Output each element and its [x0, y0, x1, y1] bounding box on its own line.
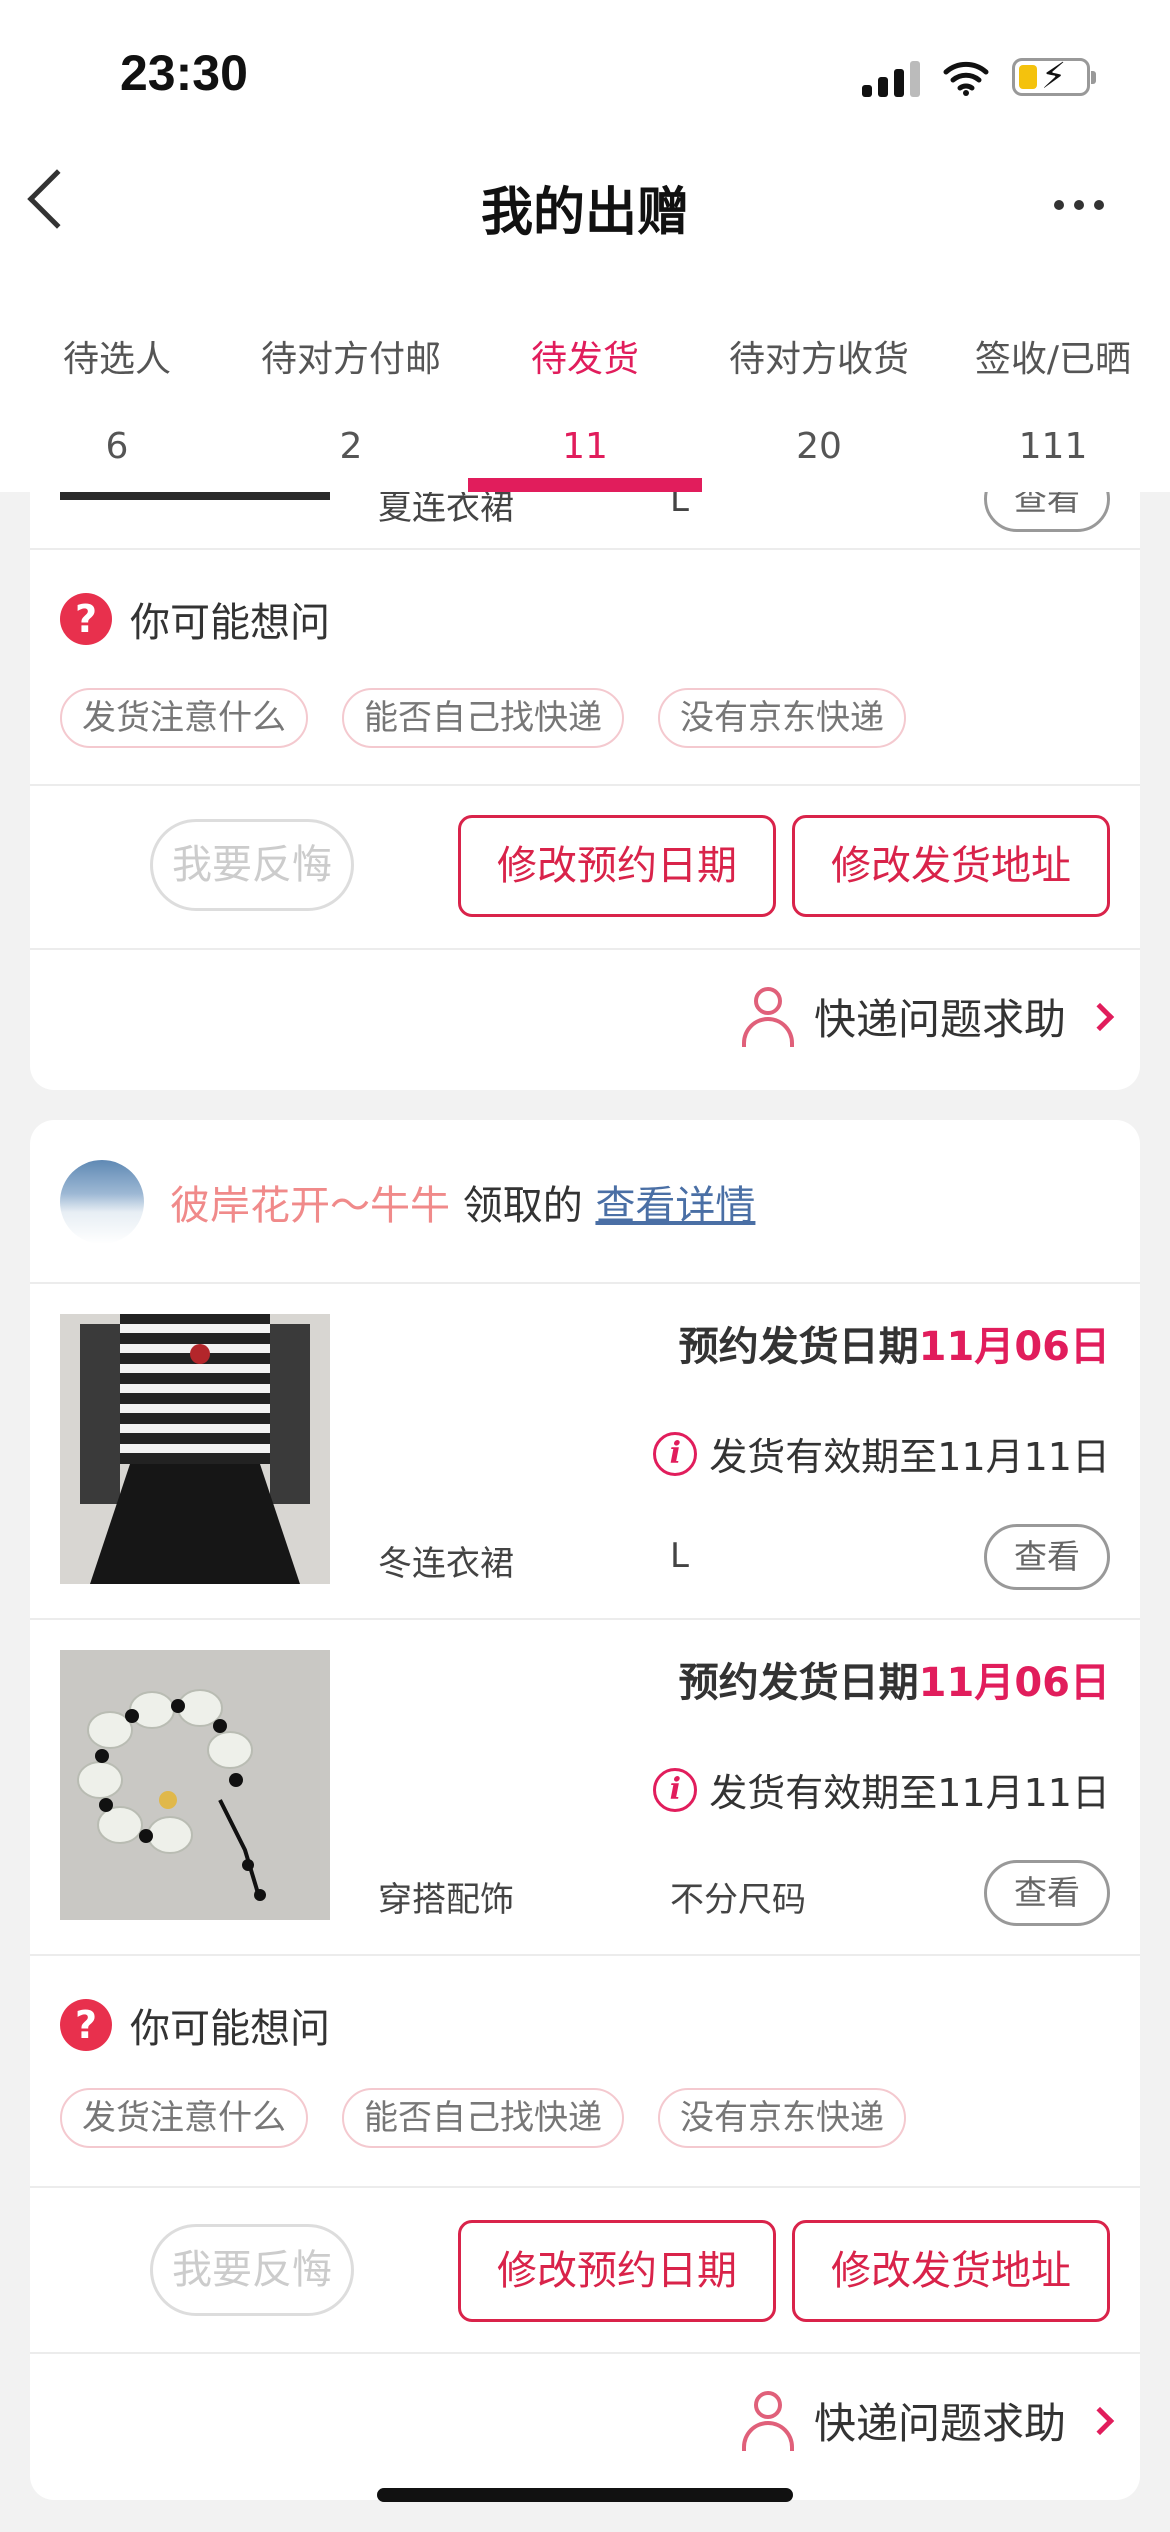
person-icon	[740, 986, 796, 1047]
divider	[30, 2352, 1140, 2354]
wifi-icon	[943, 61, 989, 96]
courier-help-link[interactable]: 快递问题求助	[740, 986, 1115, 1047]
regret-button[interactable]: 我要反悔	[150, 819, 354, 911]
change-date-button[interactable]: 修改预约日期	[458, 815, 776, 917]
divider	[30, 2186, 1140, 2188]
signal-icon	[862, 57, 920, 97]
faq-title: 你可能想问	[130, 2006, 330, 2052]
faq-chip-shipping-notes[interactable]: 发货注意什么	[60, 688, 308, 748]
tab-count: 2	[339, 426, 363, 467]
ship-validity-text: 发货有效期至11月11日	[709, 1771, 1110, 1815]
item-thumbnail-dress[interactable]	[60, 1314, 330, 1584]
view-button[interactable]: 查看	[984, 1860, 1110, 1926]
item-name: 冬连衣裙	[378, 1544, 514, 1584]
person-icon	[740, 2390, 796, 2451]
ship-validity: i 发货有效期至11月11日	[653, 1762, 1110, 1817]
divider	[30, 784, 1140, 786]
divider	[30, 948, 1140, 950]
status-time: 23:30	[120, 45, 248, 101]
claimer-name[interactable]: 彼岸花开～牛牛	[170, 1183, 450, 1229]
ship-date-value: 11月06日	[918, 1660, 1110, 1706]
faq-chip-no-jd-express[interactable]: 没有京东快递	[658, 688, 906, 748]
faq-chip-shipping-notes[interactable]: 发货注意什么	[60, 2088, 308, 2148]
question-icon: ?	[60, 593, 112, 645]
tab-count: 11	[562, 426, 608, 467]
shipment-card-2: 彼岸花开～牛牛 领取的 查看详情 预约发货日期11月06日 i 发货有效期至11…	[30, 1120, 1140, 2500]
tab-count: 20	[796, 426, 842, 467]
view-button[interactable]: 查看	[984, 1524, 1110, 1590]
faq-chip-own-courier[interactable]: 能否自己找快递	[342, 688, 624, 748]
ship-validity: i 发货有效期至11月11日	[653, 1426, 1110, 1481]
change-address-button[interactable]: 修改发货地址	[792, 2220, 1110, 2322]
tab-pending-postage[interactable]: 待对方付邮 2	[234, 320, 468, 492]
info-icon: i	[653, 1767, 698, 1812]
divider	[30, 1954, 1140, 1956]
ship-validity-text: 发货有效期至11月11日	[709, 1435, 1110, 1479]
ship-date: 预约发货日期11月06日	[678, 1324, 1110, 1370]
tab-pending-shipment[interactable]: 待发货 11	[468, 320, 702, 492]
status-tabs: 待选人 6 待对方付邮 2 待发货 11 待对方收货 20 签收/已晒 111	[0, 320, 1170, 492]
faq-chips: 发货注意什么 能否自己找快递 没有京东快递	[60, 688, 906, 748]
tab-count: 6	[105, 426, 129, 467]
tab-pending-receipt[interactable]: 待对方收货 20	[702, 320, 936, 492]
tab-count: 111	[1018, 426, 1088, 467]
courier-help-label: 快递问题求助	[813, 2399, 1066, 2448]
courier-help-link[interactable]: 快递问题求助	[740, 2390, 1115, 2451]
item-size: 不分尺码	[670, 1880, 806, 1920]
battery-icon: ⚡	[1012, 56, 1096, 97]
regret-button[interactable]: 我要反悔	[150, 2224, 354, 2316]
faq-chips: 发货注意什么 能否自己找快递 没有京东快递	[60, 2088, 906, 2148]
avatar[interactable]	[60, 1160, 144, 1244]
courier-help-label: 快递问题求助	[813, 995, 1066, 1044]
claimer-info: 彼岸花开～牛牛 领取的 查看详情	[60, 1160, 755, 1244]
shipment-card-1: 夏连衣裙 L 查看 ? 你可能想问 发货注意什么 能否自己找快递 没有京东快递 …	[30, 430, 1140, 1090]
status-icons: ⚡	[862, 52, 1096, 102]
action-bar: 我要反悔 修改预约日期 修改发货地址	[30, 815, 1140, 917]
faq-title: 你可能想问	[130, 600, 330, 646]
chevron-right-icon	[1085, 2406, 1115, 2435]
item-thumbnail-bracelet[interactable]	[60, 1650, 330, 1920]
faq-chip-no-jd-express[interactable]: 没有京东快递	[658, 2088, 906, 2148]
item-name: 穿搭配饰	[378, 1880, 514, 1920]
tab-received[interactable]: 签收/已晒 111	[936, 320, 1170, 492]
tab-pending-select[interactable]: 待选人 6	[0, 320, 234, 492]
question-icon: ?	[60, 1999, 112, 2051]
more-icon[interactable]	[1054, 200, 1104, 210]
change-date-button[interactable]: 修改预约日期	[458, 2220, 776, 2322]
item-row: 预约发货日期11月06日 i 发货有效期至11月11日 穿搭配饰 不分尺码 查看	[30, 1620, 1140, 1954]
item-row: 预约发货日期11月06日 i 发货有效期至11月11日 冬连衣裙 L 查看	[30, 1284, 1140, 1618]
ship-date-value: 11月06日	[918, 1324, 1110, 1370]
faq-header: ? 你可能想问	[60, 1996, 330, 2054]
ship-date: 预约发货日期11月06日	[678, 1660, 1110, 1706]
header: 23:30 ⚡ 我的出赠 待选人 6 待对方付邮 2 待发货 11 待对方收货 …	[0, 0, 1170, 492]
home-indicator	[377, 2488, 793, 2502]
page-title: 我的出赠	[480, 183, 689, 243]
info-icon: i	[653, 1431, 698, 1476]
claimed-label: 领取的	[462, 1183, 583, 1229]
active-tab-indicator	[468, 478, 702, 492]
divider	[30, 548, 1140, 550]
change-address-button[interactable]: 修改发货地址	[792, 815, 1110, 917]
chevron-right-icon	[1085, 1002, 1115, 1031]
action-bar: 我要反悔 修改预约日期 修改发货地址	[30, 2220, 1140, 2322]
view-detail-link[interactable]: 查看详情	[595, 1183, 755, 1229]
faq-header: ? 你可能想问	[60, 590, 330, 648]
faq-chip-own-courier[interactable]: 能否自己找快递	[342, 2088, 624, 2148]
item-size: L	[670, 1536, 689, 1576]
